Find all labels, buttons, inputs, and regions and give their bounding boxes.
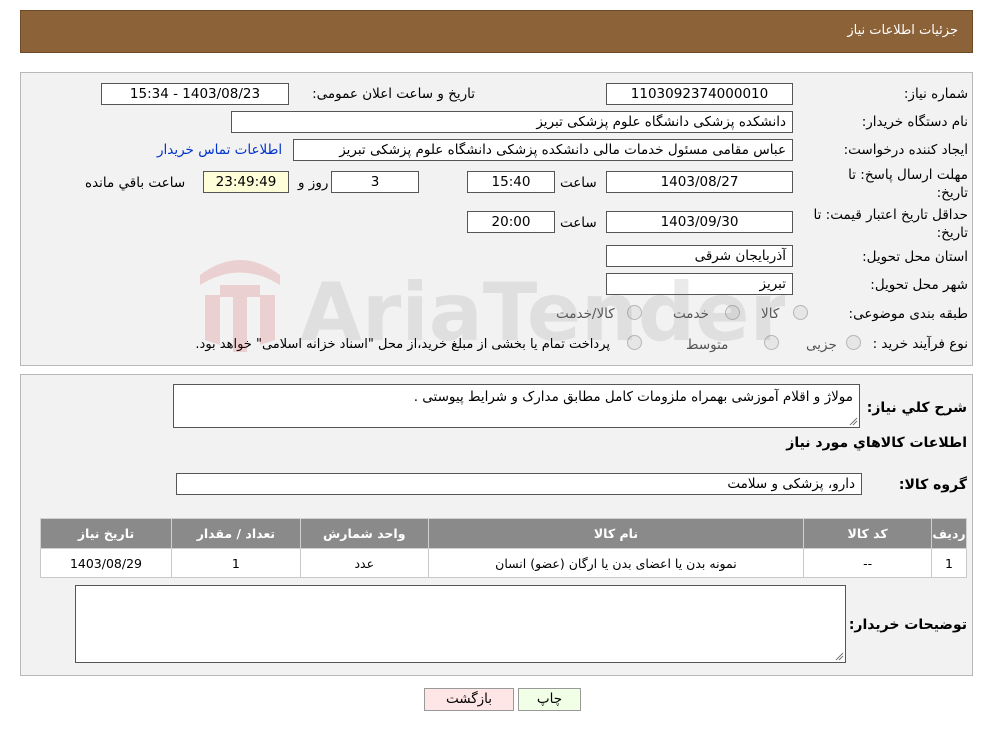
cell-quantity: 1 (170, 548, 301, 578)
need-number-label: شماره نیاز: (903, 86, 968, 102)
process-medium-radio[interactable] (764, 335, 779, 350)
page-header: جزئیات اطلاعات نیاز (20, 10, 973, 53)
province-label: استان محل تحویل: (862, 249, 968, 265)
cell-code: -- (803, 548, 933, 578)
category-goods-label: کالا (761, 306, 780, 322)
category-service-label: خدمت (673, 306, 709, 322)
buyer-contact-link[interactable]: اطلاعات تماس خریدار (157, 142, 282, 158)
buyer-org-label: نام دستگاه خریدار: (861, 114, 968, 130)
deadline-time-label: ساعت (560, 175, 597, 191)
col-quantity: تعداد / مقدار (170, 518, 301, 549)
col-name: نام کالا (427, 518, 805, 549)
province-field: آذربایجان شرقی (606, 245, 793, 267)
resize-handle-icon[interactable] (849, 417, 858, 426)
table-row: 1 -- نمونه بدن یا اعضای بدن یا ارگان (عض… (40, 548, 967, 578)
cell-unit: عدد (299, 548, 429, 578)
process-minor-radio[interactable] (846, 335, 861, 350)
back-button[interactable]: بازگشت (424, 688, 514, 711)
buyer-notes-box[interactable] (75, 585, 846, 663)
cell-date: 1403/08/29 (40, 548, 172, 578)
treasury-note: پرداخت تمام یا بخشی از مبلغ خرید،از محل … (195, 337, 610, 352)
col-row: رديف (931, 518, 967, 549)
treasury-checkbox[interactable] (627, 335, 642, 350)
need-number-field: 1103092374000010 (606, 83, 793, 105)
page-title: جزئیات اطلاعات نیاز (847, 23, 958, 38)
deadline-time-field: 15:40 (467, 171, 555, 193)
deadline-label: مهلت ارسال پاسخ: تا (848, 167, 968, 183)
description-text: مولاژ و اقلام آموزشی بهمراه ملزومات کامل… (413, 389, 853, 405)
resize-handle-icon[interactable] (835, 652, 844, 661)
deadline-label-date: تاریخ: (936, 185, 968, 201)
col-unit: واحد شمارش (299, 518, 429, 549)
announce-label: تاریخ و ساعت اعلان عمومی: (312, 86, 475, 102)
validity-time-field: 20:00 (467, 211, 555, 233)
validity-label: حداقل تاریخ اعتبار قیمت: تا (813, 207, 968, 223)
goods-group-field: دارو، پزشکی و سلامت (176, 473, 862, 495)
description-label: شرح کلي نياز: (866, 400, 967, 416)
buyer-org-field: دانشکده پزشکی دانشگاه علوم پزشکی تبریز (231, 111, 793, 133)
category-service-radio[interactable] (725, 305, 740, 320)
print-button[interactable]: چاپ (518, 688, 581, 711)
category-goods-service-label: کالا/خدمت (556, 306, 615, 322)
process-label: نوع فرآیند خرید : (872, 336, 968, 352)
days-label: روز و (298, 175, 329, 191)
items-section-title: اطلاعات کالاهاي مورد نياز (786, 435, 967, 451)
creator-field: عباس مقامی مسئول خدمات مالی دانشکده پزشک… (293, 139, 793, 161)
city-field: تبریز (606, 273, 793, 295)
goods-group-label: گروه کالا: (898, 477, 967, 493)
category-goods-service-radio[interactable] (627, 305, 642, 320)
city-label: شهر محل تحویل: (870, 277, 968, 293)
col-date: تاریخ نیاز (40, 518, 172, 549)
items-table: رديف کد کالا نام کالا واحد شمارش تعداد /… (40, 518, 967, 578)
process-medium-label: متوسط (686, 337, 729, 353)
remaining-label: ساعت باقي مانده (85, 175, 186, 191)
col-code: کد کالا (803, 518, 933, 549)
category-goods-radio[interactable] (793, 305, 808, 320)
buyer-notes-label: توضیحات خریدار: (848, 617, 967, 633)
category-label: طبقه بندی موضوعی: (848, 306, 968, 322)
validity-label-date: تاریخ: (936, 225, 968, 241)
cell-row: 1 (931, 548, 967, 578)
process-minor-label: جزیی (806, 337, 837, 353)
remaining-time-field: 23:49:49 (203, 171, 289, 193)
validity-date-field: 1403/09/30 (606, 211, 793, 233)
items-table-header: رديف کد کالا نام کالا واحد شمارش تعداد /… (40, 518, 967, 549)
validity-time-label: ساعت (560, 215, 597, 231)
description-box[interactable]: مولاژ و اقلام آموزشی بهمراه ملزومات کامل… (173, 384, 860, 428)
creator-label: ایجاد کننده درخواست: (843, 142, 968, 158)
deadline-date-field: 1403/08/27 (606, 171, 793, 193)
announce-field: 1403/08/23 - 15:34 (101, 83, 289, 105)
days-remaining-field: 3 (331, 171, 419, 193)
cell-name: نمونه بدن یا اعضای بدن یا ارگان (عضو) ان… (427, 548, 805, 578)
